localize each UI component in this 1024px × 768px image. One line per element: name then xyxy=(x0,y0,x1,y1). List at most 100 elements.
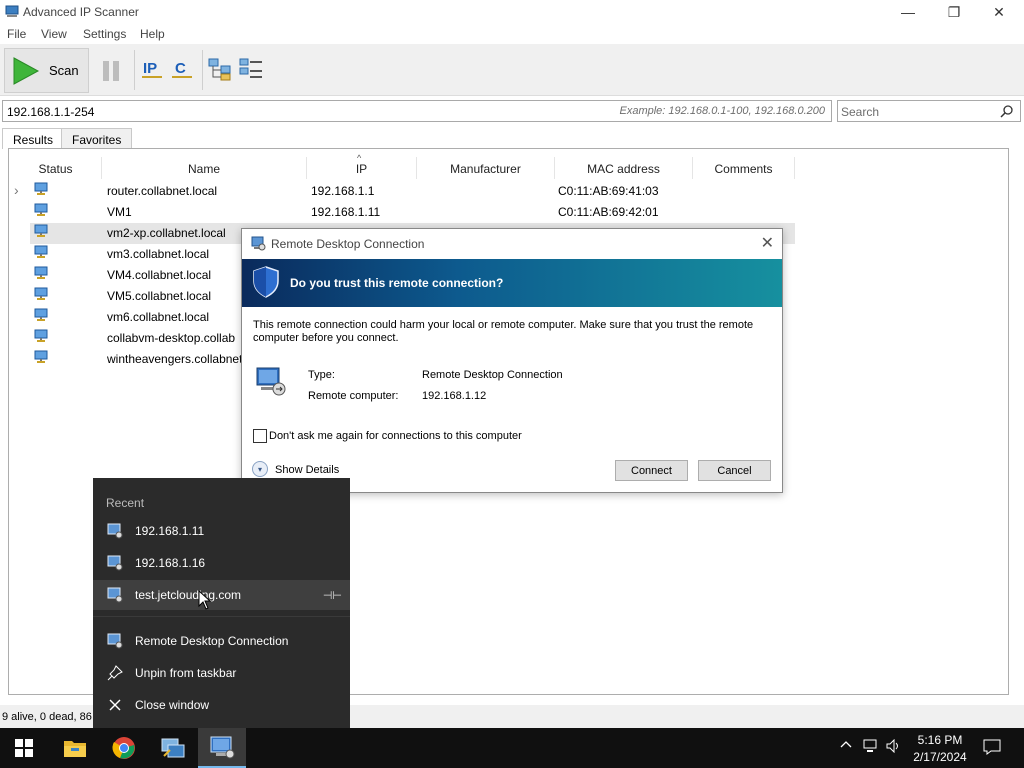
play-icon xyxy=(13,56,40,85)
remote-computer-value: 192.168.1.12 xyxy=(422,390,487,402)
taskbar-file-explorer[interactable] xyxy=(51,728,99,768)
minimize-button[interactable]: — xyxy=(885,0,931,24)
dont-ask-label[interactable]: Don't ask me again for connections to th… xyxy=(269,430,522,442)
task-label: Remote Desktop Connection xyxy=(135,634,289,648)
rdp-icon xyxy=(251,236,266,251)
host-name: vm2-xp.collabnet.local xyxy=(107,226,226,240)
host-name: router.collabnet.local xyxy=(107,184,218,198)
ip-range-value: 192.168.1.1-254 xyxy=(7,105,95,119)
type-label: Type: xyxy=(308,369,335,381)
column-status[interactable]: Status xyxy=(10,157,102,179)
recent-item[interactable]: test.jetclouding.com ⊣⊢ xyxy=(93,580,350,610)
unpin-icon xyxy=(106,664,124,682)
network-icon[interactable] xyxy=(863,739,879,756)
host-name: vm3.collabnet.local xyxy=(107,247,210,261)
unpin-task[interactable]: Unpin from taskbar xyxy=(93,658,350,688)
tab-results[interactable]: Results xyxy=(2,128,65,149)
dialog-banner: Do you trust this remote connection? xyxy=(242,259,782,307)
host-mac: C0:11:AB:69:41:03 xyxy=(558,184,659,198)
column-name[interactable]: Name xyxy=(102,157,307,179)
host-alive-icon xyxy=(34,245,48,259)
close-button[interactable]: ✕ xyxy=(976,0,1022,24)
chrome-icon xyxy=(112,737,135,759)
host-ip: 192.168.1.1 xyxy=(311,184,375,198)
host-name: VM4.collabnet.local xyxy=(107,268,212,282)
rdp-icon xyxy=(106,586,124,604)
host-alive-icon xyxy=(34,203,48,217)
search-placeholder: Search xyxy=(841,105,880,119)
remote-computer-label: Remote computer: xyxy=(308,390,399,402)
show-hidden-icons-icon[interactable] xyxy=(840,739,852,754)
shield-icon xyxy=(253,266,279,298)
taskbar-chrome[interactable] xyxy=(100,728,148,768)
host-mac: C0:11:AB:69:42:01 xyxy=(558,205,659,219)
remote-computer-icon xyxy=(256,367,286,396)
rdp-icon xyxy=(210,736,235,759)
ip-range-input[interactable]: 192.168.1.1-254 Example: 192.168.0.1-100… xyxy=(2,100,832,122)
title-bar xyxy=(0,0,1024,24)
cancel-button[interactable]: Cancel xyxy=(698,460,771,481)
menu-file[interactable]: File xyxy=(7,27,26,41)
pin-icon[interactable]: ⊣⊢ xyxy=(323,589,342,602)
app-icon xyxy=(5,4,19,18)
connect-button[interactable]: Connect xyxy=(615,460,688,481)
network-tree-icon[interactable] xyxy=(208,56,232,82)
host-alive-icon xyxy=(34,224,48,238)
rdp-icon xyxy=(106,554,124,572)
dialog-banner-text: Do you trust this remote connection? xyxy=(290,276,504,290)
scan-button[interactable]: Scan xyxy=(4,48,89,93)
host-name: VM5.collabnet.local xyxy=(107,289,212,303)
jump-list-divider xyxy=(93,616,350,617)
column-ip[interactable]: IP xyxy=(307,157,417,179)
volume-icon[interactable] xyxy=(886,738,902,756)
recent-item-label: 192.168.1.11 xyxy=(135,524,205,538)
menu-settings[interactable]: Settings xyxy=(83,27,126,41)
host-alive-icon xyxy=(34,350,48,364)
chevron-down-icon[interactable]: ▾ xyxy=(252,461,268,477)
tab-favorites[interactable]: Favorites xyxy=(61,128,133,149)
column-comments[interactable]: Comments xyxy=(693,157,795,179)
ip-icon[interactable]: IP xyxy=(140,56,164,82)
show-details-link[interactable]: Show Details xyxy=(275,464,339,476)
search-input[interactable]: Search xyxy=(837,100,1021,122)
rdp-trust-dialog: Remote Desktop Connection ✕ Do you trust… xyxy=(241,228,783,493)
start-button[interactable] xyxy=(0,728,48,768)
dont-ask-checkbox[interactable] xyxy=(253,429,267,443)
recent-item-label: test.jetclouding.com xyxy=(135,588,242,602)
ip-scanner-icon xyxy=(161,738,185,758)
recent-item[interactable]: 192.168.1.16 xyxy=(93,548,350,578)
host-ip: 192.168.1.11 xyxy=(311,205,381,219)
taskbar-jump-list: Recent 192.168.1.11 192.168.1.16 test.je… xyxy=(93,478,350,728)
menu-help[interactable]: Help xyxy=(140,27,165,41)
c-icon[interactable]: C xyxy=(170,56,194,82)
list-view-icon[interactable] xyxy=(239,56,263,82)
sort-indicator: ^ xyxy=(357,153,362,163)
dialog-close-button[interactable]: ✕ xyxy=(761,233,774,253)
recent-header: Recent xyxy=(106,496,145,510)
taskbar-remote-desktop[interactable] xyxy=(198,728,246,768)
recent-item[interactable]: 192.168.1.11 xyxy=(93,516,350,546)
taskbar-ip-scanner[interactable] xyxy=(149,728,197,768)
host-alive-icon xyxy=(34,308,48,322)
close-icon xyxy=(106,696,124,714)
table-row[interactable] xyxy=(30,201,795,222)
close-window-task[interactable]: Close window xyxy=(93,690,350,720)
search-icon[interactable] xyxy=(1000,104,1014,118)
dialog-title: Remote Desktop Connection xyxy=(271,237,425,251)
maximize-button[interactable]: ❐ xyxy=(931,0,977,24)
notifications-icon[interactable] xyxy=(983,739,1001,758)
host-name: collabvm-desktop.collab xyxy=(107,331,236,345)
host-alive-icon xyxy=(34,329,48,343)
clock-date[interactable]: 2/17/2024 xyxy=(911,750,969,764)
host-alive-icon xyxy=(34,182,48,196)
column-manufacturer[interactable]: Manufacturer xyxy=(417,157,555,179)
host-name: vm6.collabnet.local xyxy=(107,310,210,324)
open-rdp-task[interactable]: Remote Desktop Connection xyxy=(93,626,350,656)
clock-time[interactable]: 5:16 PM xyxy=(911,733,969,747)
column-mac[interactable]: MAC address xyxy=(555,157,693,179)
pause-icon xyxy=(103,60,119,81)
menu-view[interactable]: View xyxy=(41,27,67,41)
expand-row-icon[interactable]: › xyxy=(14,182,19,198)
pause-button[interactable] xyxy=(94,48,128,93)
host-alive-icon xyxy=(34,287,48,301)
